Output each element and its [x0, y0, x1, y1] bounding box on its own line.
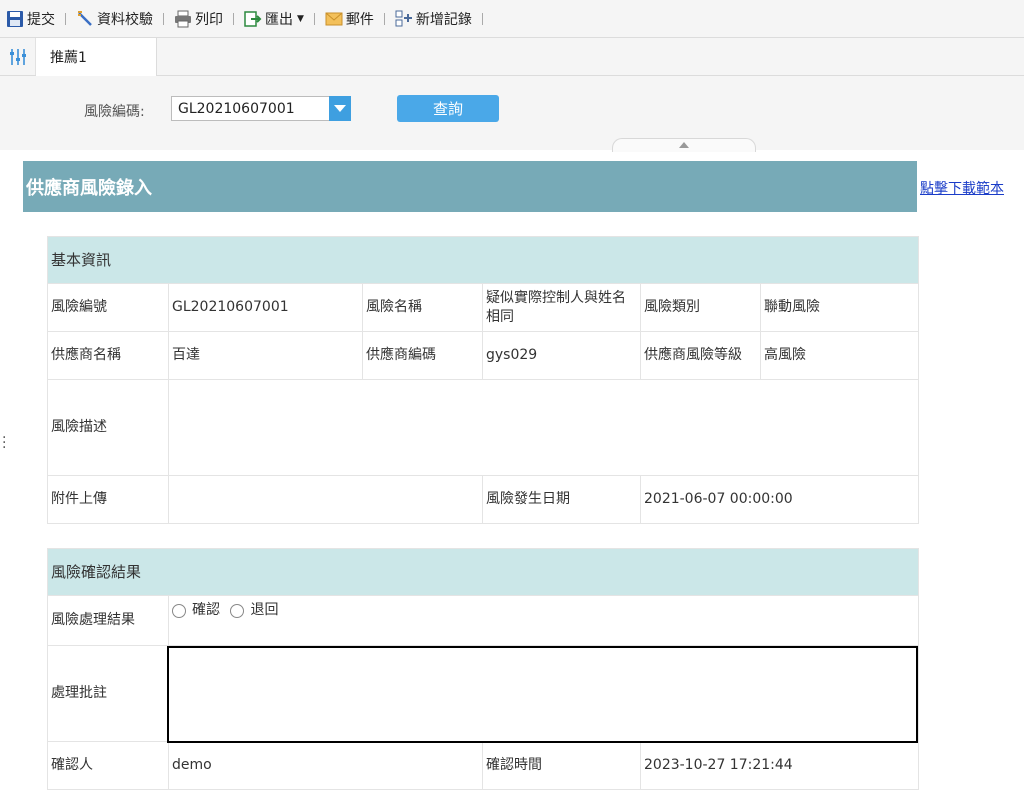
risk-code-select[interactable]: GL20210607001	[171, 96, 351, 121]
chevron-up-icon	[679, 142, 689, 148]
field-label: 確認時間	[482, 741, 641, 790]
tab-label: 推薦1	[50, 50, 87, 66]
toolbar: 提交 資料校驗 列印 匯出 ▼ 郵件 新增記錄	[0, 0, 1024, 38]
print-icon	[175, 10, 191, 27]
risk-code-select-value: GL20210607001	[178, 100, 295, 117]
submit-button-label: 提交	[27, 11, 55, 28]
add-record-icon	[395, 10, 412, 26]
validate-icon	[78, 10, 92, 26]
dropdown-arrow-icon[interactable]	[329, 96, 351, 121]
toolbar-divider	[163, 12, 164, 25]
chevron-down-icon: ▼	[297, 13, 304, 24]
toolbar-divider	[481, 12, 483, 25]
radio-confirm[interactable]: 確認	[172, 601, 220, 620]
attachment-upload-field[interactable]	[168, 475, 483, 524]
field-value: 聯動風險	[759, 283, 920, 332]
field-label: 供應商風險等級	[640, 331, 761, 380]
process-note-textarea[interactable]	[167, 646, 918, 743]
field-value: GL20210607001	[168, 283, 363, 332]
tab-strip: 推薦1	[0, 38, 1024, 76]
field-value: 高風險	[759, 331, 920, 380]
toolbar-divider	[65, 12, 66, 25]
field-label: 風險處理結果	[47, 595, 169, 646]
toolbar-divider	[313, 12, 315, 25]
field-value: demo	[168, 741, 483, 790]
side-handle-icon[interactable]: · · ·	[2, 431, 6, 455]
radio-return[interactable]: 退回	[230, 601, 278, 620]
field-label: 風險編號	[47, 283, 169, 332]
risk-description-field[interactable]	[167, 379, 920, 476]
field-value: 2023-10-27 17:21:44	[639, 741, 920, 790]
section-header: 基本資訊	[46, 236, 920, 284]
export-button[interactable]: 匯出 ▼	[242, 7, 306, 31]
mail-button[interactable]: 郵件	[323, 7, 376, 31]
export-icon	[244, 10, 262, 27]
toolbar-divider	[233, 12, 234, 25]
field-label: 供應商編碼	[362, 331, 483, 380]
mail-button-label: 郵件	[345, 11, 374, 28]
field-label: 處理批註	[47, 645, 169, 742]
submit-button[interactable]: 提交	[4, 7, 57, 31]
validate-button-label: 資料校驗	[97, 11, 153, 28]
radio-label: 確認	[192, 602, 220, 618]
field-value: 百達	[168, 331, 363, 380]
field-label: 風險類別	[640, 283, 761, 332]
page-title-text: 供應商風險錄入	[26, 177, 152, 199]
query-bar: 風險編碼: GL20210607001 查詢	[0, 76, 1024, 152]
radio-circle-icon	[230, 603, 245, 618]
section-header: 風險確認結果	[46, 548, 920, 596]
radio-circle-icon	[172, 603, 186, 618]
page-title: 供應商風險錄入	[23, 161, 917, 212]
add-record-button[interactable]: 新增記錄	[393, 7, 474, 31]
settings-sliders-button[interactable]	[0, 38, 36, 75]
field-label: 風險描述	[47, 379, 169, 476]
sliders-icon	[9, 48, 26, 65]
field-value: 2021-06-07 00:00:00	[639, 475, 920, 524]
export-button-label: 匯出	[265, 11, 293, 28]
toolbar-divider	[383, 12, 385, 25]
field-label: 確認人	[47, 741, 169, 790]
print-button[interactable]: 列印	[172, 7, 225, 31]
risk-code-label: 風險編碼:	[84, 104, 145, 120]
field-label: 風險名稱	[362, 283, 483, 332]
field-label: 供應商名稱	[47, 331, 169, 380]
mail-icon	[325, 12, 343, 25]
basic-info-table: 基本資訊 風險編號 GL20210607001 風險名稱 疑似實際控制人與姓名相…	[46, 236, 920, 524]
download-template-link[interactable]: 點擊下載範本	[920, 178, 1004, 198]
query-button[interactable]: 查詢	[397, 95, 499, 122]
field-value: gys029	[482, 331, 641, 380]
validate-button[interactable]: 資料校驗	[74, 7, 155, 31]
save-icon	[7, 10, 23, 27]
tab-recommend-1[interactable]: 推薦1	[36, 38, 157, 76]
print-button-label: 列印	[195, 11, 223, 28]
field-label: 附件上傳	[47, 475, 169, 524]
field-label: 風險發生日期	[482, 475, 641, 524]
radio-label: 退回	[250, 602, 279, 618]
add-record-button-label: 新增記錄	[415, 11, 472, 28]
collapse-toggle[interactable]	[612, 138, 756, 152]
result-radio-group: 確認 退回	[167, 595, 920, 646]
field-value: 疑似實際控制人與姓名相同	[482, 283, 641, 332]
